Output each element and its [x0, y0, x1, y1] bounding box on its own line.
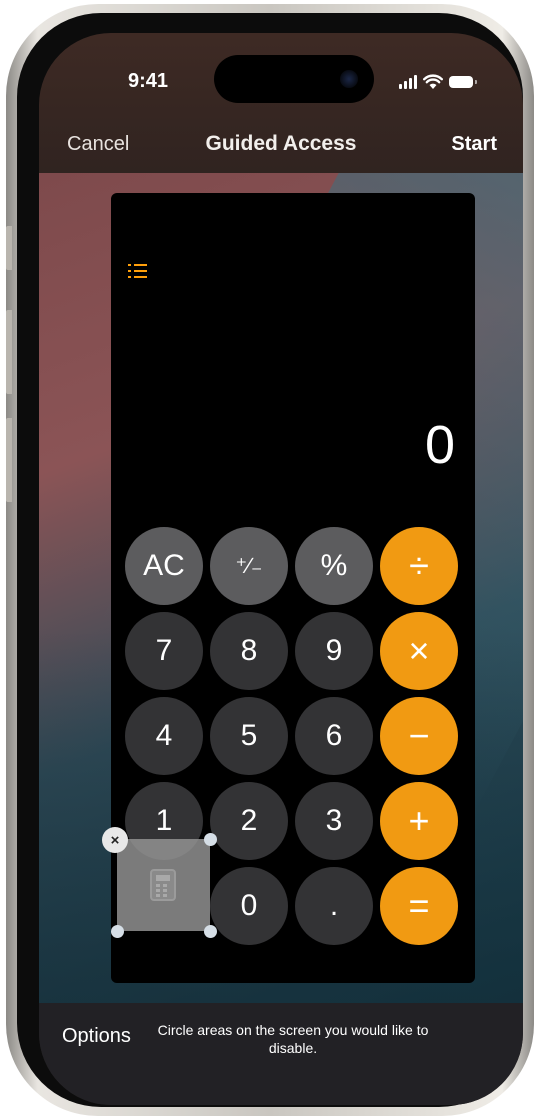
- calculator-icon: [150, 869, 176, 901]
- result-display: 0: [424, 415, 455, 475]
- percent-key[interactable]: %: [295, 527, 373, 605]
- start-button[interactable]: Start: [451, 133, 497, 156]
- decimal-key[interactable]: .: [295, 867, 373, 945]
- action-button: [6, 226, 12, 270]
- phone-bezel: 9:41 Cancel Guided Access Start 0 AC ⁺∕₋…: [17, 13, 523, 1107]
- minus-key[interactable]: −: [380, 697, 458, 775]
- digit-5-key[interactable]: 5: [210, 697, 288, 775]
- page-title: Guided Access: [205, 132, 357, 155]
- camera-icon: [340, 70, 358, 88]
- divide-key[interactable]: ÷: [380, 527, 458, 605]
- cellular-signal-icon: [399, 75, 417, 89]
- resize-handle-top-right[interactable]: [204, 833, 217, 846]
- plus-minus-key[interactable]: ⁺∕₋: [210, 527, 288, 605]
- digit-9-key[interactable]: 9: [295, 612, 373, 690]
- digit-6-key[interactable]: 6: [295, 697, 373, 775]
- multiply-key[interactable]: ×: [380, 612, 458, 690]
- battery-icon: [449, 76, 477, 88]
- phone-frame: 9:41 Cancel Guided Access Start 0 AC ⁺∕₋…: [6, 4, 534, 1116]
- digit-8-key[interactable]: 8: [210, 612, 288, 690]
- plus-key[interactable]: +: [380, 782, 458, 860]
- wifi-icon: [423, 74, 443, 89]
- remove-area-button[interactable]: ×: [102, 827, 128, 853]
- options-button[interactable]: Options: [62, 1025, 131, 1048]
- volume-down-button: [6, 418, 12, 502]
- volume-up-button: [6, 310, 12, 394]
- clear-key[interactable]: AC: [125, 527, 203, 605]
- disabled-area-selection[interactable]: [117, 839, 210, 931]
- digit-3-key[interactable]: 3: [295, 782, 373, 860]
- screen: 9:41 Cancel Guided Access Start 0 AC ⁺∕₋…: [39, 33, 523, 1105]
- digit-7-key[interactable]: 7: [125, 612, 203, 690]
- status-icons: [399, 71, 477, 93]
- dynamic-island: [214, 55, 374, 103]
- bottom-toolbar: Options Circle areas on the screen you w…: [39, 1003, 523, 1105]
- digit-2-key[interactable]: 2: [210, 782, 288, 860]
- equals-key[interactable]: =: [380, 867, 458, 945]
- digit-0-key[interactable]: 0: [210, 867, 288, 945]
- resize-handle-bottom-right[interactable]: [204, 925, 217, 938]
- instruction-text: Circle areas on the screen you would lik…: [157, 1022, 429, 1056]
- digit-4-key[interactable]: 4: [125, 697, 203, 775]
- status-time: 9:41: [127, 70, 169, 92]
- history-list-icon[interactable]: [128, 263, 148, 279]
- resize-handle-bottom-left[interactable]: [111, 925, 124, 938]
